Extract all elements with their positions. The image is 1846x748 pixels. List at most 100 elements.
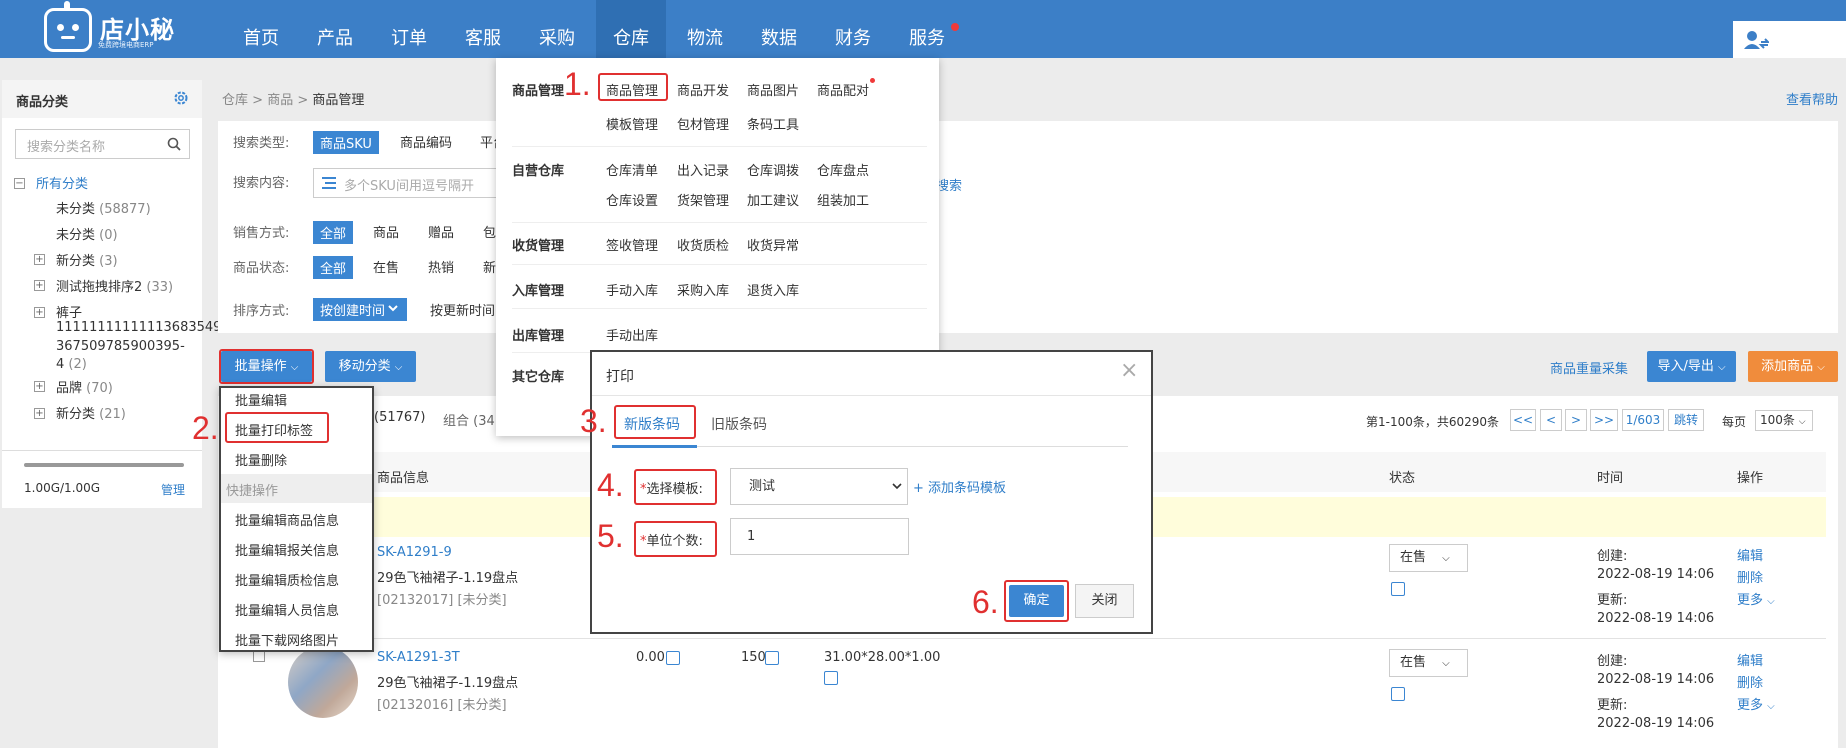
move-category-button[interactable]: 移动分类 ⌵: [325, 351, 416, 382]
row2-product-thumbnail[interactable]: [288, 646, 358, 718]
import-export-button[interactable]: 导入/导出 ⌵: [1647, 351, 1736, 382]
menu-packing-mgmt[interactable]: 包材管理: [677, 114, 729, 133]
menu-barcode-tool[interactable]: 条码工具: [747, 114, 799, 133]
filter-sku-tag[interactable]: 商品SKU: [313, 131, 379, 154]
row2-delete-link[interactable]: 删除: [1737, 672, 1763, 691]
menu-template-mgmt[interactable]: 模板管理: [606, 114, 658, 133]
breadcrumb-warehouse[interactable]: 仓库: [222, 93, 248, 108]
menu-manual-outbound[interactable]: 手动出库: [606, 325, 658, 344]
menu-edit-customs-info[interactable]: 批量编辑报关信息: [235, 540, 339, 559]
page-last-button[interactable]: >>: [1590, 409, 1618, 431]
nav-purchase[interactable]: 采购: [528, 0, 586, 58]
nav-product[interactable]: 产品: [306, 0, 364, 58]
search-link[interactable]: 搜索: [936, 175, 962, 194]
tree-item-line[interactable]: 4 (2): [56, 357, 87, 372]
nav-warehouse[interactable]: 仓库: [596, 0, 666, 58]
weight-collect-link[interactable]: 商品重量采集: [1550, 358, 1628, 377]
menu-edit-product-info[interactable]: 批量编辑商品信息: [235, 510, 339, 529]
sale-pack-option[interactable]: 包: [483, 222, 496, 241]
nav-order[interactable]: 订单: [380, 0, 438, 58]
menu-shelf-mgmt[interactable]: 货架管理: [677, 190, 729, 209]
menu-assembly[interactable]: 组装加工: [817, 190, 869, 209]
tree-all-categories[interactable]: 所有分类: [36, 173, 88, 192]
status-all-tag[interactable]: 全部: [313, 256, 354, 279]
page-first-button[interactable]: <<: [1510, 409, 1536, 431]
menu-product-pairing[interactable]: 商品配对: [817, 80, 869, 99]
logo-icon[interactable]: [44, 8, 92, 52]
menu-sign-receive[interactable]: 签收管理: [606, 235, 658, 254]
row1-more-link[interactable]: 更多 ⌵: [1737, 589, 1775, 608]
tree-item[interactable]: 裤子: [56, 302, 82, 321]
tree-item[interactable]: 未分类 (58877): [56, 198, 151, 217]
menu-warehouse-transfer[interactable]: 仓库调拨: [747, 160, 799, 179]
breadcrumb-product[interactable]: 商品: [267, 93, 293, 108]
menu-warehouse-settings[interactable]: 仓库设置: [606, 190, 658, 209]
row1-edit-link[interactable]: 编辑: [1737, 545, 1763, 564]
row2-warehouse-icon[interactable]: [1391, 687, 1405, 701]
row2-price-edit-icon[interactable]: [666, 651, 680, 665]
page-jump-button[interactable]: 跳转: [1668, 409, 1704, 431]
row2-stock-edit-icon[interactable]: [765, 651, 779, 665]
menu-product-dev[interactable]: 商品开发: [677, 80, 729, 99]
search-icon[interactable]: [167, 137, 181, 151]
menu-receive-exception[interactable]: 收货异常: [747, 235, 799, 254]
row2-more-link[interactable]: 更多 ⌵: [1737, 694, 1775, 713]
row1-warehouse-icon[interactable]: [1391, 582, 1405, 596]
sort-update-time-option[interactable]: 按更新时间: [430, 300, 495, 319]
tree-item[interactable]: 品牌 (70): [56, 377, 113, 396]
expand-icon[interactable]: +: [34, 408, 45, 419]
tree-item[interactable]: 未分类 (0): [56, 224, 118, 243]
menu-download-images[interactable]: 批量下载网络图片: [235, 630, 339, 649]
unit-count-input[interactable]: 1: [730, 518, 909, 555]
row2-status-select[interactable]: 在售 ⌵: [1389, 649, 1468, 677]
expand-icon[interactable]: +: [34, 254, 45, 265]
tree-item[interactable]: 新分类 (3): [56, 250, 118, 269]
tree-item[interactable]: 新分类 (21): [56, 403, 126, 422]
user-area[interactable]: [1733, 21, 1846, 58]
expand-icon[interactable]: +: [34, 280, 45, 291]
row1-delete-link[interactable]: 删除: [1737, 567, 1763, 586]
tab-count[interactable]: (51767): [374, 410, 426, 425]
status-onsale-option[interactable]: 在售: [373, 257, 399, 276]
help-link[interactable]: 查看帮助: [1786, 89, 1838, 108]
tab-old-barcode[interactable]: 旧版条码: [711, 414, 767, 434]
filter-code-option[interactable]: 商品编码: [400, 132, 452, 151]
menu-edit-staff-info[interactable]: 批量编辑人员信息: [235, 600, 339, 619]
menu-receive-qc[interactable]: 收货质检: [677, 235, 729, 254]
menu-return-inbound[interactable]: 退货入库: [747, 280, 799, 299]
nav-services[interactable]: 服务: [898, 0, 956, 58]
tree-item-line[interactable]: 367509785900395-: [56, 339, 185, 354]
row2-edit-link[interactable]: 编辑: [1737, 650, 1763, 669]
tree-item[interactable]: 测试拖拽排序2 (33): [56, 276, 173, 295]
close-button[interactable]: 关闭: [1075, 584, 1134, 618]
menu-purchase-inbound[interactable]: 采购入库: [677, 280, 729, 299]
menu-warehouse-list[interactable]: 仓库清单: [606, 160, 658, 179]
expand-icon[interactable]: +: [34, 381, 45, 392]
template-select[interactable]: 测试: [730, 468, 908, 505]
nav-home[interactable]: 首页: [232, 0, 290, 58]
add-product-button[interactable]: 添加商品 ⌵: [1748, 351, 1838, 382]
status-hot-option[interactable]: 热销: [428, 257, 454, 276]
status-new-option[interactable]: 新: [483, 257, 496, 276]
nav-data[interactable]: 数据: [750, 0, 808, 58]
sale-all-tag[interactable]: 全部: [313, 221, 354, 244]
menu-product-images[interactable]: 商品图片: [747, 80, 799, 99]
settings-gear-icon[interactable]: [173, 90, 189, 106]
menu-manual-inbound[interactable]: 手动入库: [606, 280, 658, 299]
sale-gift-option[interactable]: 赠品: [428, 222, 454, 241]
tab-combo[interactable]: 组合 (341: [443, 410, 503, 429]
menu-batch-edit[interactable]: 批量编辑: [235, 390, 287, 409]
per-page-select[interactable]: 100条 ⌵: [1755, 410, 1813, 431]
row2-sku-link[interactable]: SK-A1291-3T: [377, 650, 460, 665]
modal-close-icon[interactable]: ×: [1120, 358, 1138, 383]
page-next-button[interactable]: >: [1565, 409, 1587, 431]
row1-sku-link[interactable]: SK-A1291-9: [377, 545, 452, 560]
expand-icon[interactable]: +: [34, 307, 45, 318]
menu-processing-suggest[interactable]: 加工建议: [747, 190, 799, 209]
storage-manage-link[interactable]: 管理: [161, 481, 185, 498]
nav-service[interactable]: 客服: [454, 0, 512, 58]
menu-stocktake[interactable]: 仓库盘点: [817, 160, 869, 179]
menu-batch-delete[interactable]: 批量删除: [235, 450, 287, 469]
menu-io-records[interactable]: 出入记录: [677, 160, 729, 179]
tree-item-line[interactable]: 11111111111113683549: [56, 320, 221, 335]
